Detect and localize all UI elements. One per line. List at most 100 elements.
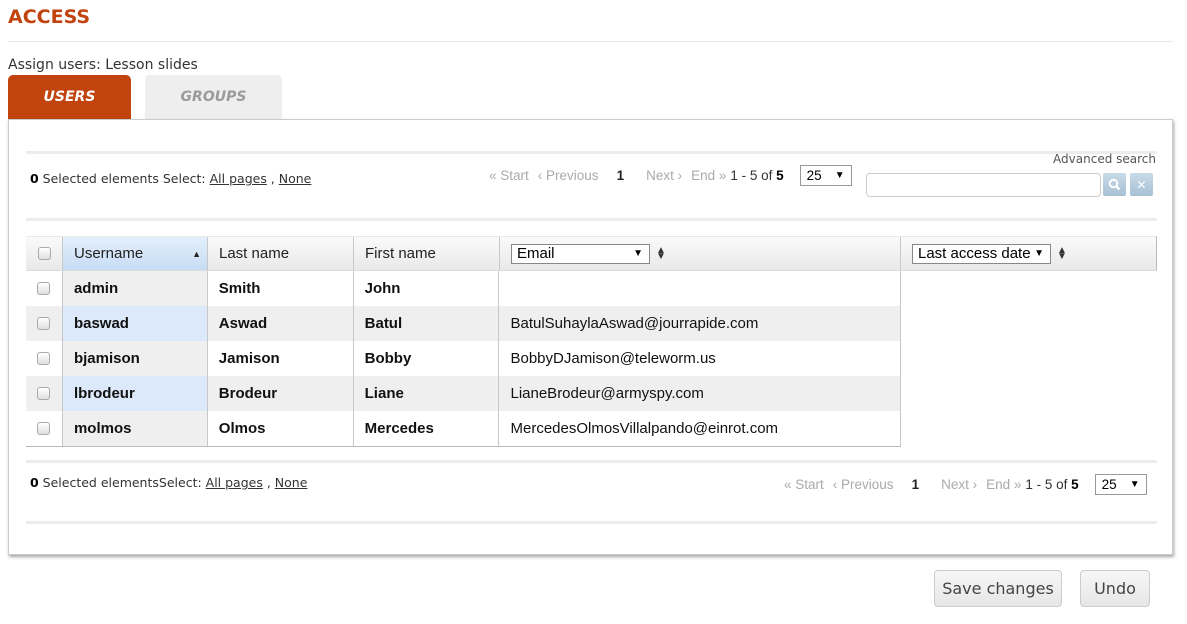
select-none-link[interactable]: None <box>279 171 312 186</box>
row-checkbox[interactable] <box>37 352 51 365</box>
header-username[interactable]: Username ▲ <box>63 237 208 270</box>
divider <box>26 460 1157 463</box>
title-divider <box>8 41 1173 42</box>
per-page-select[interactable]: 25 ▼ <box>1094 473 1147 495</box>
cell-email: LianeBrodeur@armyspy.com <box>510 385 704 402</box>
header-select-all <box>26 237 63 270</box>
select-label: Select: <box>158 475 206 490</box>
selection-info-bottom: 0 Selected elementsSelect: All pages , N… <box>30 475 307 490</box>
cell-username: molmos <box>62 411 208 446</box>
table-row[interactable]: bjamison Jamison Bobby BobbyDJamison@tel… <box>26 341 900 376</box>
cell-last-name: Jamison <box>208 341 354 376</box>
table-row[interactable]: lbrodeur Brodeur Liane LianeBrodeur@army… <box>26 376 900 411</box>
header-email: Email ▼ ▲ ▼ <box>500 237 901 270</box>
select-all-checkbox[interactable] <box>37 247 51 260</box>
table-row[interactable]: admin Smith John <box>26 271 900 306</box>
selected-count: 0 <box>30 171 39 186</box>
header-last-access: Last access date ▼ ▲ ▼ <box>901 237 1156 270</box>
table-body: admin Smith John baswad Aswad Batul Batu… <box>26 271 901 447</box>
cell-last-name: Brodeur <box>208 376 354 411</box>
cell-username: lbrodeur <box>62 376 208 411</box>
cell-first-name: Mercedes <box>354 411 500 446</box>
cell-username: admin <box>62 271 208 306</box>
pagination-bottom: « Start ‹ Previous 1 Next › End » 1 - 5 … <box>784 473 1147 495</box>
per-page-select[interactable]: 25 ▼ <box>799 164 852 186</box>
row-checkbox[interactable] <box>37 317 51 330</box>
row-checkbox[interactable] <box>37 282 51 295</box>
cell-last-name: Smith <box>208 271 354 306</box>
selected-label: Selected elements <box>38 171 163 186</box>
search-input[interactable] <box>866 173 1101 197</box>
separator: , <box>266 171 279 186</box>
pager-current-page[interactable]: 1 <box>912 477 920 492</box>
separator: , <box>262 475 275 490</box>
range-text: 1 - 5 of <box>1025 476 1072 492</box>
last-access-column-select[interactable]: Last access date ▼ <box>912 243 1051 264</box>
pager-next[interactable]: Next › <box>646 168 682 183</box>
row-select <box>26 376 63 411</box>
undo-button[interactable]: Undo <box>1080 570 1150 607</box>
tab-users[interactable]: USERS <box>8 75 131 120</box>
select-label: Select: <box>162 171 210 186</box>
pager-next[interactable]: Next › <box>941 477 977 492</box>
range-total: 5 <box>1071 476 1079 492</box>
row-checkbox[interactable] <box>37 387 51 400</box>
page-title: ACCESS <box>8 6 91 28</box>
chevron-down-icon: ▼ <box>1034 248 1044 259</box>
table-row[interactable]: molmos Olmos Mercedes MercedesOlmosVilla… <box>26 411 900 446</box>
users-panel: 0 Selected elements Select: All pages , … <box>8 119 1173 555</box>
per-page-value: 25 <box>806 167 822 183</box>
divider <box>26 151 1157 154</box>
save-changes-button[interactable]: Save changes <box>934 570 1062 607</box>
chevron-down-icon: ▼ <box>633 248 643 259</box>
users-table: Username ▲ Last name First name Email ▼ ▲… <box>26 236 1157 447</box>
pager-start[interactable]: « Start <box>784 477 824 492</box>
clear-search-button[interactable]: ✕ <box>1130 173 1153 196</box>
chevron-down-icon: ▼ <box>834 169 845 181</box>
selection-info-top: 0 Selected elements Select: All pages , … <box>30 171 311 186</box>
search-button[interactable] <box>1103 173 1126 196</box>
table-row[interactable]: baswad Aswad Batul BatulSuhaylaAswad@jou… <box>26 306 900 341</box>
chevron-down-icon: ▼ <box>1129 478 1140 490</box>
header-last-name[interactable]: Last name <box>208 237 354 270</box>
row-checkbox[interactable] <box>37 422 51 435</box>
pager-previous[interactable]: ‹ Previous <box>538 168 599 183</box>
sort-icon[interactable]: ▲ ▼ <box>656 245 666 261</box>
range-total: 5 <box>776 167 784 183</box>
pager-start[interactable]: « Start <box>489 168 529 183</box>
cell-first-name: John <box>354 271 500 306</box>
cell-last-name: Aswad <box>208 306 354 341</box>
last-access-column-select-value: Last access date <box>918 245 1031 262</box>
pager-current-page[interactable]: 1 <box>617 168 625 183</box>
cell-email: BobbyDJamison@teleworm.us <box>510 350 716 367</box>
divider <box>26 521 1157 524</box>
cell-email <box>499 271 900 306</box>
sort-icon[interactable]: ▲ ▼ <box>1057 245 1067 261</box>
cell-last-name: Olmos <box>208 411 354 446</box>
selected-count: 0 <box>30 475 39 490</box>
close-icon: ✕ <box>1136 177 1147 192</box>
row-select <box>26 411 63 446</box>
header-first-name[interactable]: First name <box>354 237 500 270</box>
header-username-label: Username <box>74 245 144 262</box>
cell-email: BatulSuhaylaAswad@jourrapide.com <box>510 315 759 332</box>
table-header: Username ▲ Last name First name Email ▼ ▲… <box>26 236 1157 271</box>
pager-end[interactable]: End » <box>986 477 1021 492</box>
select-none-link[interactable]: None <box>275 475 308 490</box>
row-select <box>26 271 63 306</box>
selected-label: Selected elements <box>38 475 159 490</box>
row-select <box>26 306 63 341</box>
tab-groups[interactable]: GROUPS <box>145 75 282 119</box>
pager-end[interactable]: End » <box>691 168 726 183</box>
select-all-pages-link[interactable]: All pages <box>206 475 263 490</box>
advanced-search-link[interactable]: Advanced search <box>1053 152 1156 166</box>
cell-username: bjamison <box>62 341 208 376</box>
sort-ascending-icon: ▲ <box>192 248 201 259</box>
email-column-select-value: Email <box>517 245 555 262</box>
per-page-value: 25 <box>1101 476 1117 492</box>
select-all-pages-link[interactable]: All pages <box>210 171 267 186</box>
magnifier-icon <box>1108 178 1121 191</box>
cell-first-name: Bobby <box>354 341 500 376</box>
email-column-select[interactable]: Email ▼ <box>511 243 650 264</box>
pager-previous[interactable]: ‹ Previous <box>833 477 894 492</box>
